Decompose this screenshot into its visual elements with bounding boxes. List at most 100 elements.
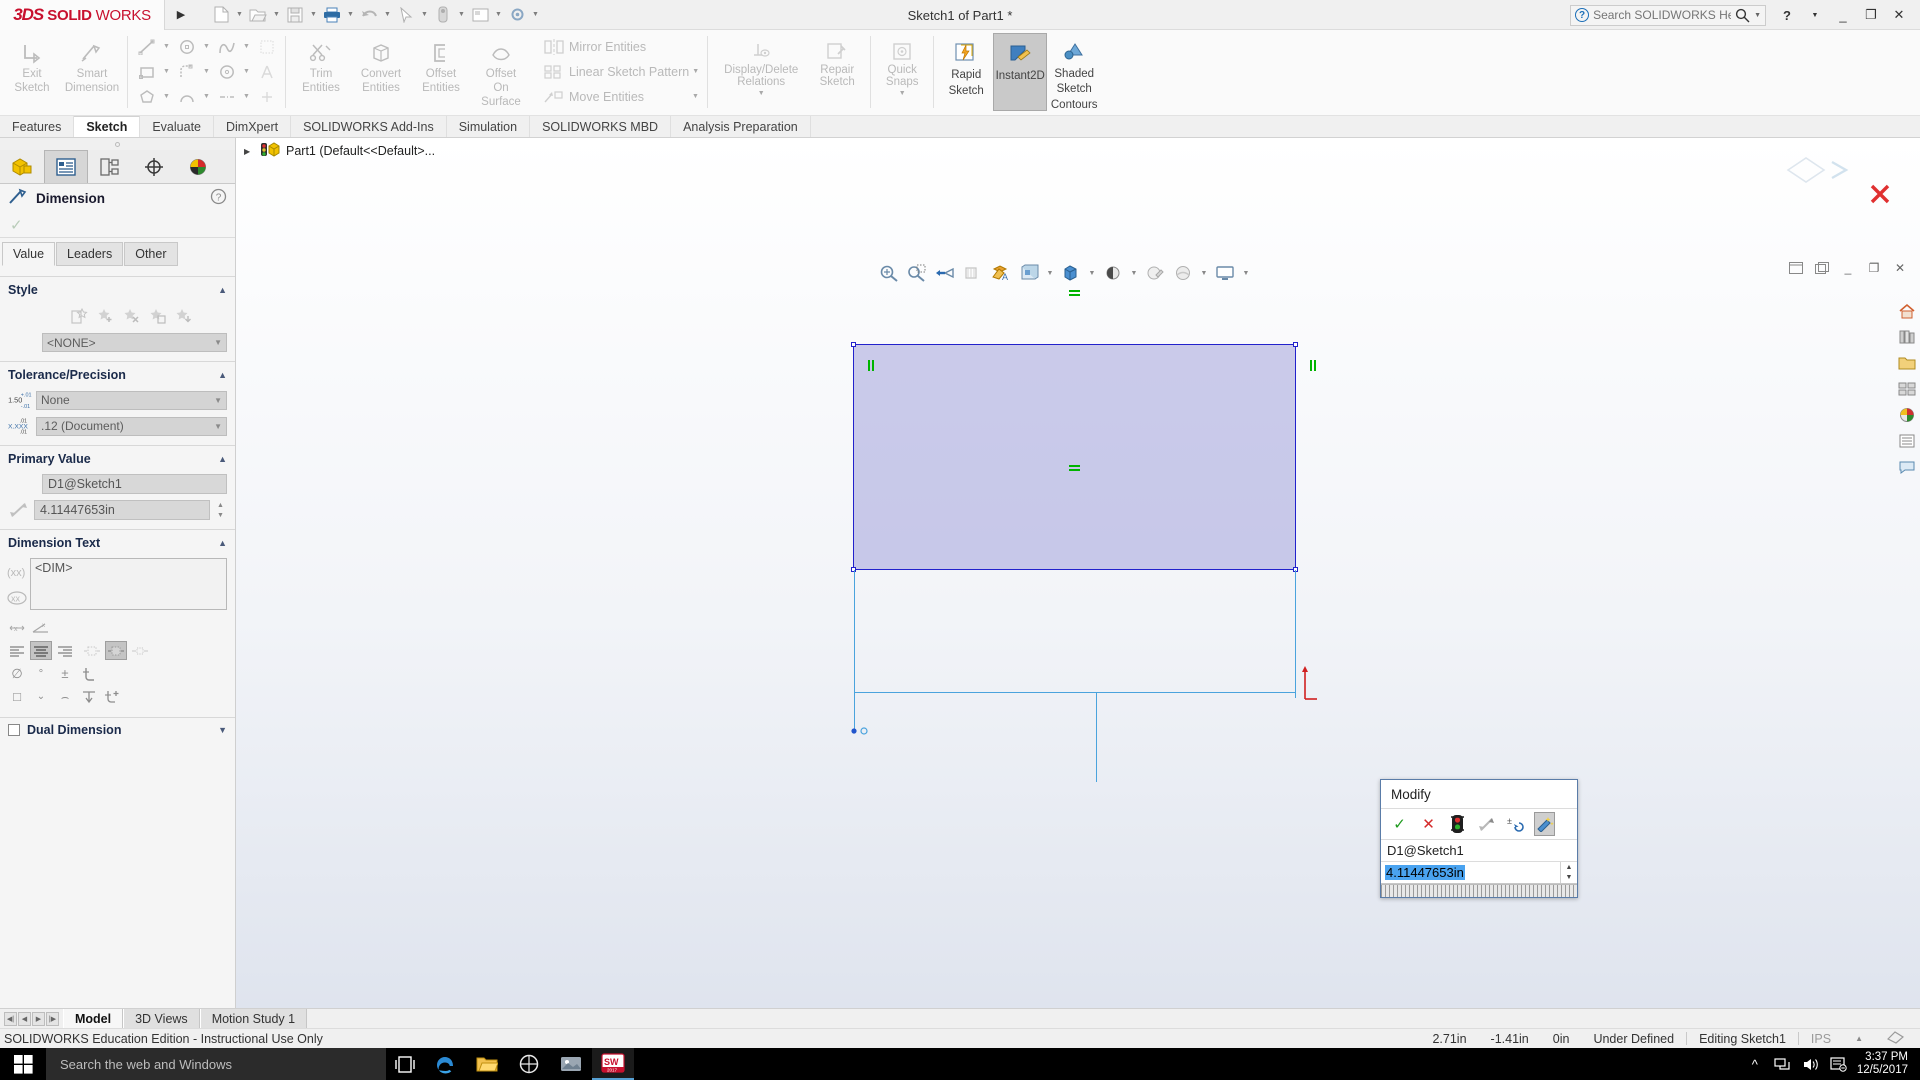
bottom-tab-motion-study[interactable]: Motion Study 1 [200, 1009, 307, 1028]
rebuild-caret[interactable]: ▼ [456, 2, 467, 28]
centerline-symbol-icon[interactable] [78, 664, 100, 683]
dual-dimension-chevron[interactable]: ▼ [218, 725, 227, 735]
modify-stepper-up[interactable]: ▲ [1561, 862, 1577, 873]
undo-icon[interactable] [357, 2, 381, 28]
view-orientation-cube-icon[interactable] [1016, 261, 1042, 285]
sketch-fillet-grid-icon[interactable] [253, 35, 280, 59]
save-style-icon[interactable] [149, 307, 166, 328]
taskbar-search-box[interactable]: Search the web and Windows [46, 1048, 386, 1080]
ok-check-icon[interactable]: ✓ [10, 216, 23, 234]
centerpoint-arc-icon[interactable] [173, 85, 200, 109]
doc-minimize-icon[interactable]: _ [1840, 260, 1856, 276]
save-caret[interactable]: ▼ [308, 2, 319, 28]
modify-value-stepper[interactable]: ▲ ▼ [1560, 862, 1577, 883]
solidworks-taskbar-icon[interactable]: SW 2017 [592, 1048, 634, 1080]
tolerance-dropdown[interactable]: None ▼ [36, 391, 227, 410]
sketch-fillet-caret[interactable]: ▼ [200, 60, 213, 84]
polygon-caret[interactable]: ▼ [160, 85, 173, 109]
tab-analysis-preparation[interactable]: Analysis Preparation [671, 116, 811, 137]
instant2d-button[interactable]: Instant2D [993, 33, 1047, 111]
convert-entities-button[interactable]: Convert Entities [351, 34, 411, 94]
align-left-icon[interactable] [6, 641, 28, 660]
sketch-rectangle[interactable] [853, 344, 1296, 570]
new-window-icon[interactable] [1814, 260, 1830, 276]
cancel-x-icon[interactable]: ✕ [1418, 812, 1439, 836]
action-center-icon[interactable] [1825, 1048, 1853, 1080]
view-palette-icon[interactable] [1896, 378, 1918, 400]
modify-thumbwheel[interactable] [1381, 884, 1577, 897]
more-dimension-symbol-icon[interactable]: x [6, 618, 28, 637]
photos-app-icon[interactable] [550, 1048, 592, 1080]
help-icon[interactable]: ? [210, 188, 227, 208]
polygon-icon[interactable] [133, 85, 160, 109]
dimension-text-input[interactable]: <DIM> [30, 558, 227, 610]
text-inspection-icon[interactable]: xx [6, 590, 30, 609]
rebuild-icon[interactable] [431, 2, 455, 28]
custom-properties-icon[interactable] [1896, 430, 1918, 452]
feature-tree-item[interactable]: Part1 (Default<<Default>... [286, 144, 435, 158]
display-delete-relations-button[interactable]: Display/Delete Relations ▼ [713, 34, 809, 99]
edit-appearance-icon[interactable] [1142, 261, 1168, 285]
dim-handle-left[interactable] [851, 724, 871, 739]
apply-style-icon[interactable] [71, 307, 88, 328]
precision-dropdown[interactable]: .12 (Document) ▼ [36, 417, 227, 436]
help-search-input[interactable] [1593, 8, 1731, 22]
rectangle-icon[interactable] [133, 60, 160, 84]
open-icon[interactable] [246, 2, 270, 28]
shaded-sketch-contours-button[interactable]: Shaded Sketch Contours [1047, 33, 1101, 111]
help-search-caret[interactable]: ▼ [1754, 12, 1761, 19]
gear-icon[interactable] [505, 2, 529, 28]
feature-manager-tree-tab[interactable] [0, 150, 44, 183]
horizontal-relation-top[interactable] [1069, 288, 1080, 297]
store-icon[interactable] [508, 1048, 550, 1080]
configuration-manager-tab[interactable] [88, 150, 132, 183]
file-properties-caret[interactable]: ▼ [493, 2, 504, 28]
depth-symbol-icon[interactable] [78, 687, 100, 706]
spline-icon[interactable] [213, 35, 240, 59]
line-caret[interactable]: ▼ [160, 35, 173, 59]
apply-scene-caret[interactable]: ▼ [1198, 261, 1210, 285]
square-symbol-icon[interactable]: □ [6, 687, 28, 706]
style-section-header[interactable]: Style ▲ [0, 276, 235, 302]
overlay-icon[interactable] [1875, 1030, 1916, 1047]
undo-caret[interactable]: ▼ [382, 2, 393, 28]
rapid-sketch-button[interactable]: Rapid Sketch [939, 33, 993, 111]
traffic-light-rebuild-icon[interactable] [1447, 812, 1468, 836]
doc-restore-icon[interactable]: ❐ [1866, 260, 1882, 276]
tab-dimxpert[interactable]: DimXpert [214, 116, 291, 137]
sw-resources-home-icon[interactable] [1896, 300, 1918, 322]
units-caret[interactable]: ▲ [1843, 1034, 1875, 1043]
spline-caret[interactable]: ▼ [240, 35, 253, 59]
modify-dimension-name[interactable]: D1@Sketch1 [1381, 840, 1577, 862]
bottom-tab-model[interactable]: Model [63, 1009, 123, 1028]
horizontal-relation-bottom[interactable] [1069, 463, 1080, 472]
help-search-box[interactable]: ? ▼ [1570, 5, 1766, 26]
taskbar-clock[interactable]: 3:37 PM 12/5/2017 [1853, 1051, 1916, 1077]
units-indicator[interactable]: IPS [1799, 1032, 1843, 1046]
view-orientation-icon[interactable]: A [988, 261, 1014, 285]
accept-check-icon[interactable]: ✓ [1389, 812, 1410, 836]
tab-features[interactable]: Features [0, 116, 74, 137]
volume-icon[interactable] [1797, 1048, 1825, 1080]
circle-caret[interactable]: ▼ [200, 35, 213, 59]
sketch-fillet-icon[interactable] [173, 60, 200, 84]
exit-sketch-button[interactable]: Exit Sketch [2, 34, 62, 94]
dimension-name-field[interactable]: D1@Sketch1 [42, 474, 227, 494]
design-library-icon[interactable] [1896, 326, 1918, 348]
dimension-value-stepper[interactable]: ▲ ▼ [214, 500, 227, 520]
tab-simulation[interactable]: Simulation [447, 116, 530, 137]
view-orientation-caret[interactable]: ▼ [1044, 261, 1056, 285]
doc-close-icon[interactable]: ✕ [1892, 260, 1908, 276]
delete-style-icon[interactable] [123, 307, 140, 328]
tab-solidworks-mbd[interactable]: SOLIDWORKS MBD [530, 116, 671, 137]
nav-last[interactable]: |▶ [46, 1012, 59, 1026]
rect-vertex-top-left[interactable] [851, 342, 856, 347]
stepper-down[interactable]: ▼ [214, 510, 227, 520]
edge-browser-icon[interactable] [424, 1048, 466, 1080]
dual-dimension-row[interactable]: Dual Dimension ▼ [0, 717, 235, 742]
apply-scene-icon[interactable] [1170, 261, 1196, 285]
linear-sketch-pattern-caret[interactable]: ▼ [689, 60, 702, 84]
align-center-icon[interactable] [30, 641, 52, 660]
new-document-icon[interactable] [209, 2, 233, 28]
align-right-icon[interactable] [54, 641, 76, 660]
